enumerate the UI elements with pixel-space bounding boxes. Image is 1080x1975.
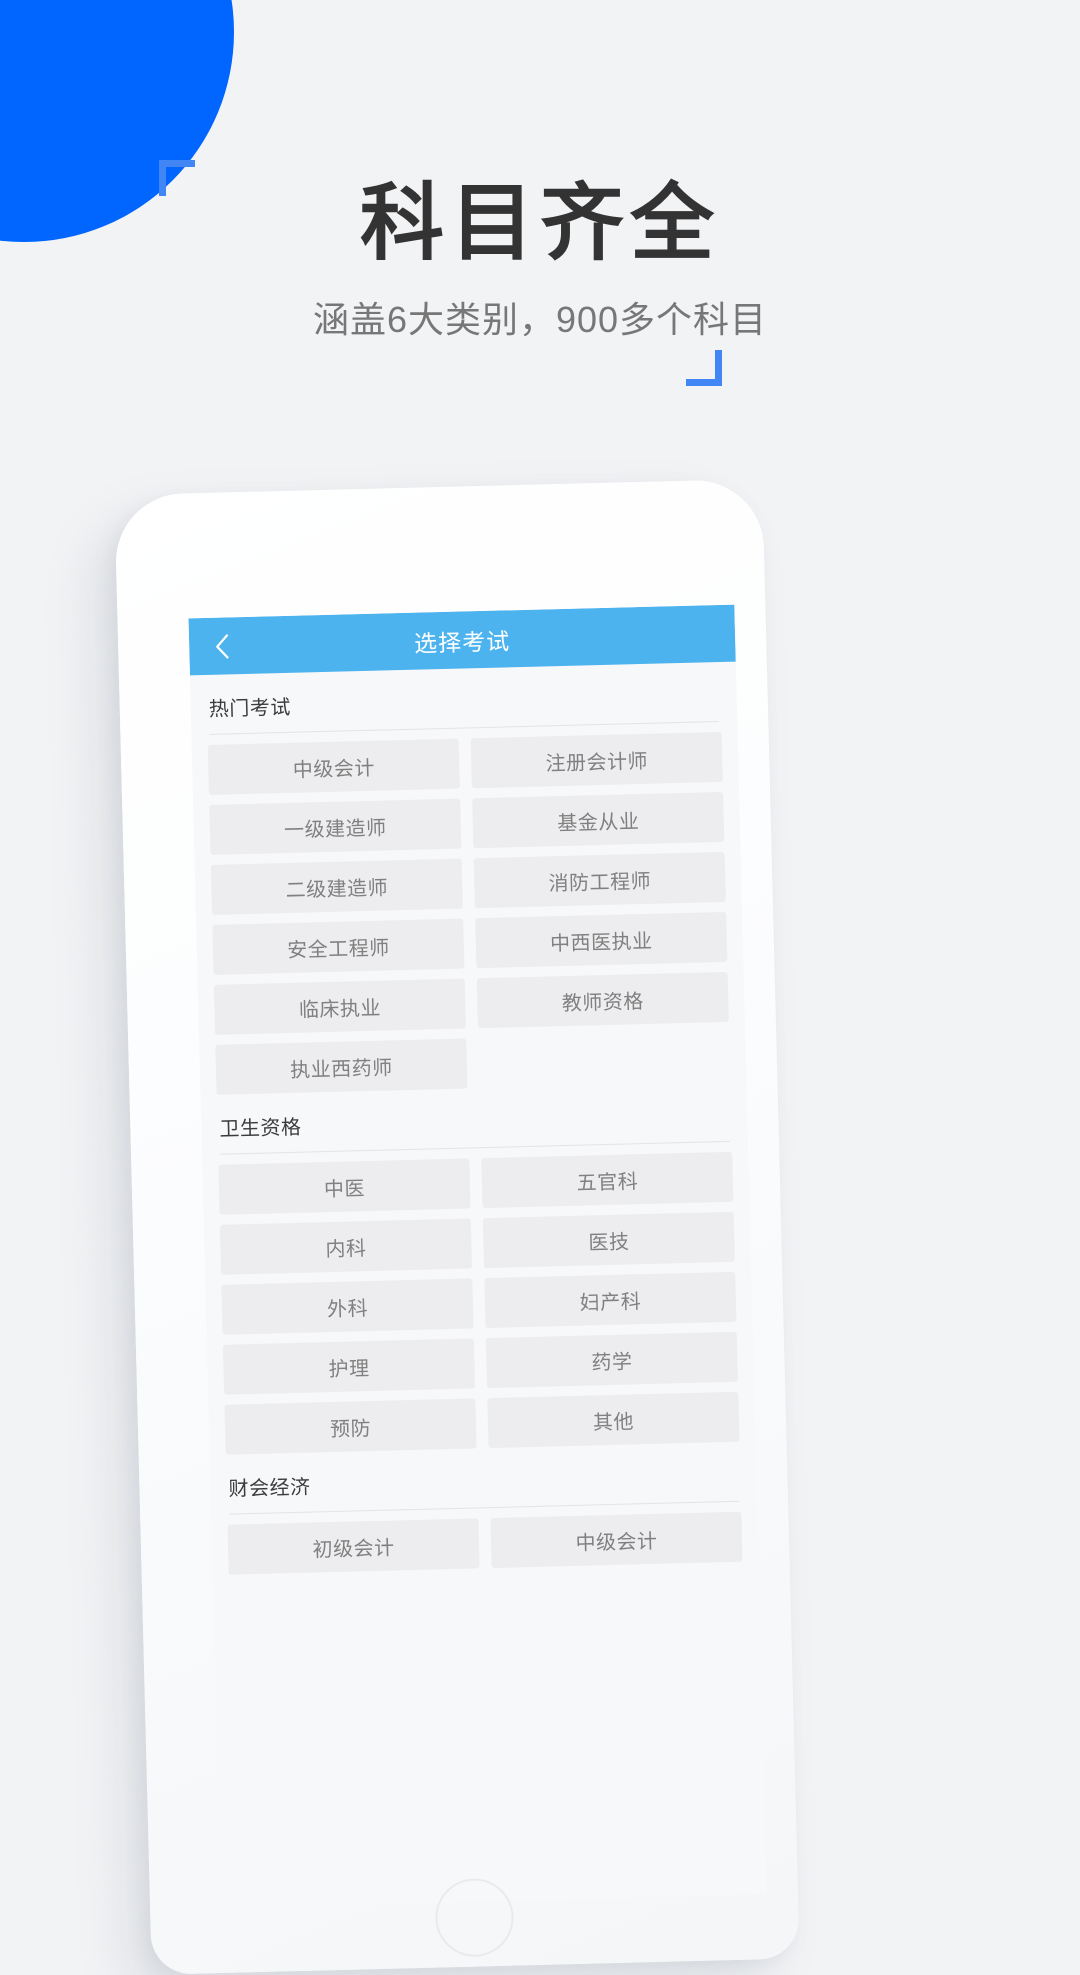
exam-chip[interactable]: 一级建造师 [209,798,462,855]
promo-subheadline: 涵盖6大类别，900多个科目 [312,299,768,340]
exam-chip[interactable]: 初级会计 [227,1518,480,1575]
phone-device: 选择考试 热门考试 中级会计 注册会计师 一级建造师 基金从业 二级建造师 消防… [114,478,800,1975]
chevron-left-icon [216,633,229,659]
exam-chip[interactable]: 注册会计师 [470,731,723,789]
exam-chip[interactable]: 中级会计 [490,1511,743,1569]
promo-headline: 科目齐全 [359,176,720,270]
exam-chip[interactable]: 教师资格 [476,971,729,1029]
exam-chip[interactable]: 中西医执业 [475,911,728,969]
exam-list-content: 热门考试 中级会计 注册会计师 一级建造师 基金从业 二级建造师 消防工程师 安… [190,662,759,1576]
exam-chip[interactable]: 基金从业 [472,791,725,849]
exam-chip[interactable]: 安全工程师 [212,918,465,975]
exam-chip[interactable]: 临床执业 [213,978,466,1035]
exam-section: 热门考试 中级会计 注册会计师 一级建造师 基金从业 二级建造师 消防工程师 安… [206,662,730,1095]
exam-chip-grid: 中级会计 注册会计师 一级建造师 基金从业 二级建造师 消防工程师 安全工程师 … [207,731,731,1095]
exam-section: 财会经济 初级会计 中级会计 [226,1442,743,1575]
back-button[interactable] [207,631,238,662]
exam-chip[interactable]: 二级建造师 [210,858,463,915]
exam-chip[interactable]: 预防 [224,1398,477,1455]
phone-body: 选择考试 热门考试 中级会计 注册会计师 一级建造师 基金从业 二级建造师 消防… [114,479,799,1975]
exam-chip[interactable]: 消防工程师 [473,851,726,909]
promo-text-block: 科目齐全 涵盖6大类别，900多个科目 [0,181,1080,341]
exam-chip[interactable]: 药学 [485,1331,738,1389]
exam-chip[interactable]: 妇产科 [484,1271,737,1329]
corner-bracket-bottom-right [686,350,722,386]
exam-chip-grid: 中医 五官科 内科 医技 外科 妇产科 护理 药学 预防 其他 [218,1151,740,1455]
exam-chip[interactable]: 中医 [218,1158,471,1215]
home-button[interactable] [434,1877,515,1958]
exam-chip[interactable]: 中级会计 [207,738,460,795]
app-header-title: 选择考试 [413,627,511,657]
exam-section: 卫生资格 中医 五官科 内科 医技 外科 妇产科 护理 药学 预防 其他 [217,1082,740,1455]
exam-chip[interactable]: 其他 [487,1391,740,1449]
exam-chip[interactable]: 护理 [222,1338,476,1395]
exam-chip[interactable]: 五官科 [481,1151,734,1209]
exam-chip[interactable]: 内科 [219,1218,473,1275]
phone-screen: 选择考试 热门考试 中级会计 注册会计师 一级建造师 基金从业 二级建造师 消防… [188,604,767,1908]
exam-chip[interactable]: 执业西药师 [215,1038,468,1095]
exam-chip[interactable]: 医技 [482,1211,735,1269]
exam-chip[interactable]: 外科 [221,1278,474,1335]
exam-chip-grid: 初级会计 中级会计 [227,1511,743,1575]
